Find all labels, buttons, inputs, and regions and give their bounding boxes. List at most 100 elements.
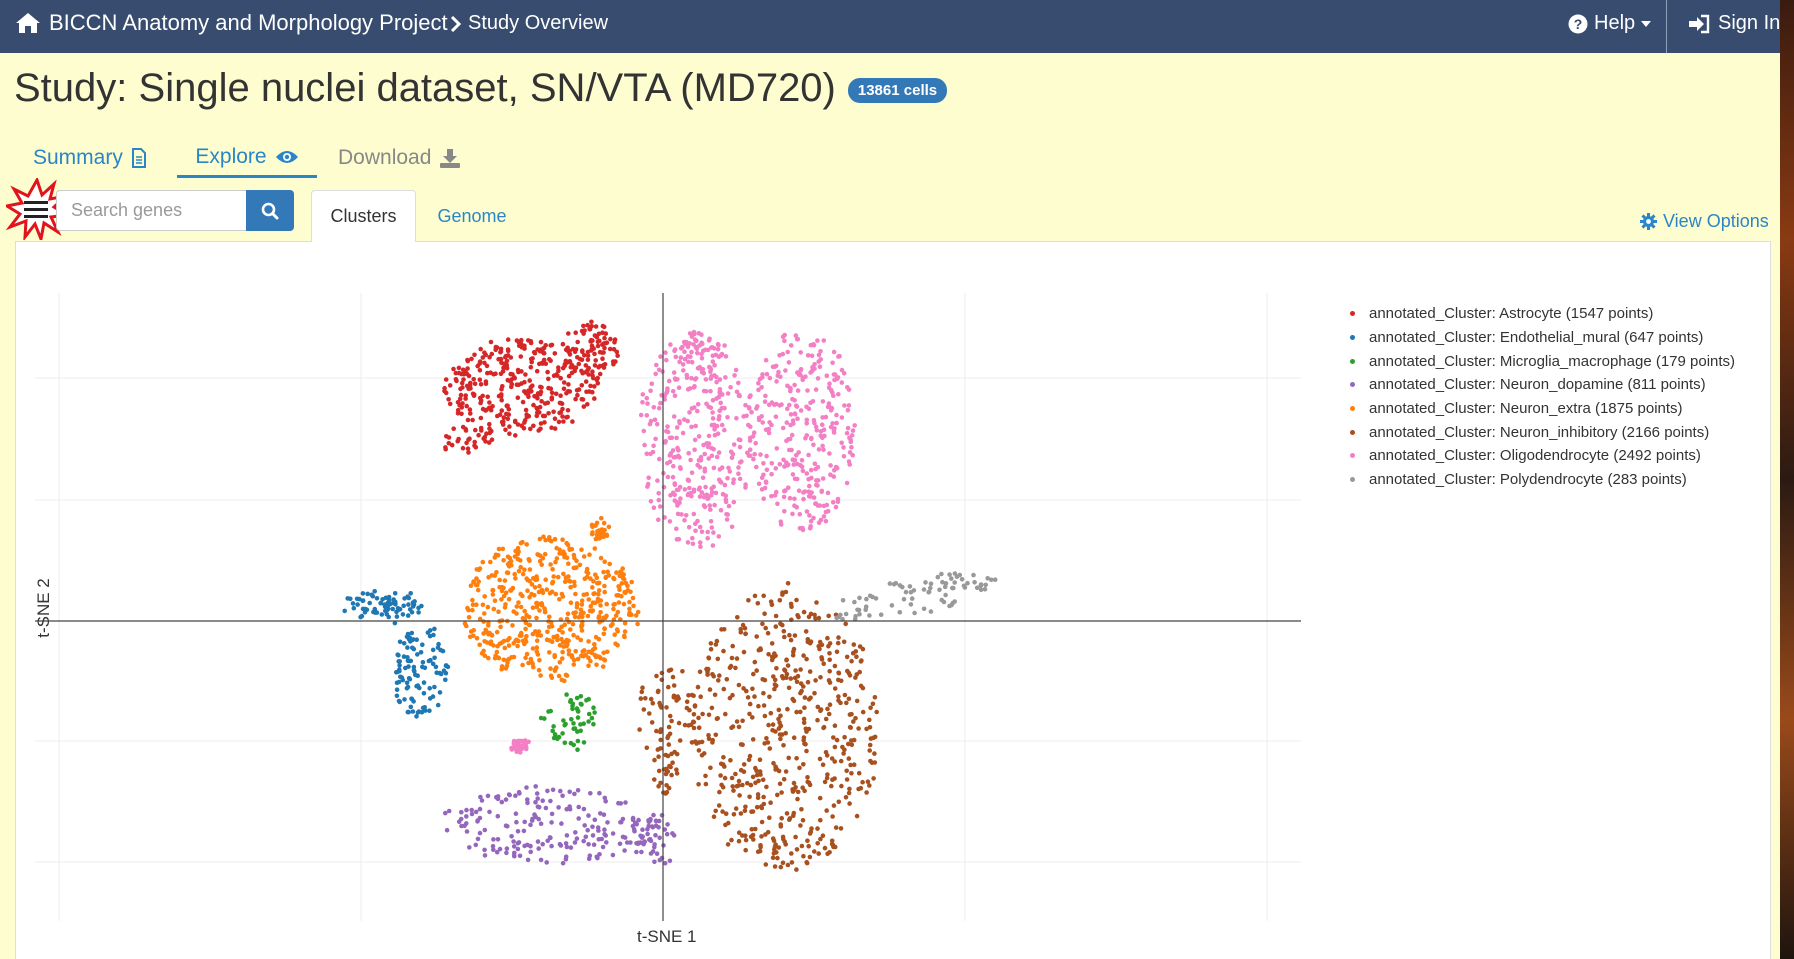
- tsne-scatter-plot[interactable]: [15, 241, 1305, 959]
- data-point: [865, 779, 871, 784]
- data-point: [559, 624, 564, 630]
- data-point: [849, 771, 854, 776]
- data-point: [870, 701, 876, 707]
- legend-item[interactable]: annotated_Cluster: Neuron_extra (1875 po…: [1348, 397, 1735, 421]
- data-point: [713, 732, 719, 738]
- tab-clusters[interactable]: Clusters: [311, 190, 416, 242]
- data-point: [821, 447, 826, 453]
- data-point: [592, 591, 597, 596]
- data-point: [488, 559, 493, 565]
- sign-in-link[interactable]: Sign In: [1688, 12, 1780, 35]
- data-point: [470, 597, 475, 603]
- data-point: [789, 447, 794, 453]
- tab-explore[interactable]: Explore: [177, 138, 317, 178]
- data-point: [515, 395, 521, 400]
- data-point: [488, 339, 494, 345]
- data-point: [402, 697, 407, 702]
- data-point: [546, 709, 551, 714]
- data-point: [686, 450, 691, 456]
- data-point: [844, 480, 850, 486]
- data-point: [703, 484, 708, 490]
- data-point: [567, 352, 573, 357]
- data-point: [699, 355, 705, 361]
- data-point: [805, 388, 810, 393]
- data-point: [530, 356, 535, 361]
- help-dropdown[interactable]: ? Help: [1568, 12, 1652, 35]
- data-point: [518, 591, 523, 597]
- data-point: [592, 642, 597, 647]
- data-point: [926, 589, 932, 595]
- y-axis-label: t-SNE 2: [34, 578, 53, 638]
- legend-item[interactable]: annotated_Cluster: Astrocyte (1547 point…: [1348, 302, 1735, 326]
- data-point: [535, 396, 540, 401]
- data-point: [827, 669, 832, 674]
- data-point: [526, 622, 532, 628]
- legend-item[interactable]: annotated_Cluster: Neuron_inhibitory (21…: [1348, 420, 1735, 444]
- data-point: [847, 712, 853, 717]
- data-point: [776, 716, 781, 722]
- legend-marker: [1350, 406, 1355, 412]
- data-point: [459, 411, 464, 417]
- data-point: [798, 372, 803, 378]
- sign-in-icon: [1689, 14, 1710, 33]
- data-point: [786, 360, 792, 365]
- legend-item[interactable]: annotated_Cluster: Microglia_macrophage …: [1348, 349, 1735, 373]
- data-point: [954, 574, 960, 579]
- tab-summary[interactable]: Summary: [33, 138, 147, 178]
- legend-item[interactable]: annotated_Cluster: Polydendrocyte (283 p…: [1348, 468, 1735, 492]
- data-point: [519, 633, 524, 638]
- data-point: [501, 419, 506, 424]
- data-point: [590, 600, 596, 605]
- data-point: [820, 443, 825, 449]
- data-point: [829, 838, 835, 844]
- data-point: [790, 511, 795, 517]
- data-point: [830, 360, 835, 366]
- data-point: [470, 417, 475, 423]
- data-point: [602, 626, 607, 631]
- data-point: [535, 796, 540, 801]
- view-options-link[interactable]: View Options: [1640, 211, 1769, 232]
- data-point: [710, 359, 716, 364]
- data-point: [459, 405, 465, 410]
- data-point: [800, 785, 805, 790]
- data-point: [464, 807, 469, 813]
- data-point: [787, 632, 792, 638]
- tab-genome[interactable]: Genome: [437, 190, 507, 242]
- breadcrumb-study-overview[interactable]: Study Overview: [450, 12, 608, 35]
- search-genes-input[interactable]: [56, 190, 246, 231]
- tab-download[interactable]: Download: [338, 138, 461, 178]
- data-point: [557, 643, 563, 648]
- data-point: [590, 530, 595, 535]
- data-point: [846, 741, 851, 747]
- data-point: [504, 570, 510, 575]
- data-point: [601, 812, 607, 817]
- search-button[interactable]: [246, 190, 294, 231]
- data-point: [718, 400, 723, 406]
- data-point: [811, 343, 817, 348]
- data-point: [589, 346, 595, 352]
- data-point: [537, 657, 542, 663]
- data-point: [595, 343, 601, 349]
- data-point: [546, 376, 551, 382]
- data-point: [723, 354, 729, 359]
- brand-link[interactable]: BICCN Anatomy and Morphology Project: [15, 10, 448, 36]
- data-point: [472, 352, 477, 358]
- legend-item[interactable]: annotated_Cluster: Endothelial_mural (64…: [1348, 326, 1735, 350]
- data-point: [759, 819, 765, 825]
- legend-item[interactable]: annotated_Cluster: Oligodendrocyte (2492…: [1348, 444, 1735, 468]
- data-point: [750, 737, 756, 742]
- data-point: [791, 462, 797, 467]
- data-point: [384, 611, 390, 617]
- data-point: [712, 692, 718, 698]
- data-point: [726, 503, 732, 509]
- data-point: [518, 604, 524, 610]
- data-point: [750, 715, 755, 720]
- data-point: [820, 476, 826, 481]
- data-point: [568, 600, 574, 605]
- data-point: [443, 663, 449, 669]
- data-point: [805, 779, 810, 785]
- data-point: [843, 611, 849, 617]
- data-point: [747, 438, 753, 443]
- legend-item[interactable]: annotated_Cluster: Neuron_dopamine (811 …: [1348, 373, 1735, 397]
- data-point: [736, 838, 742, 844]
